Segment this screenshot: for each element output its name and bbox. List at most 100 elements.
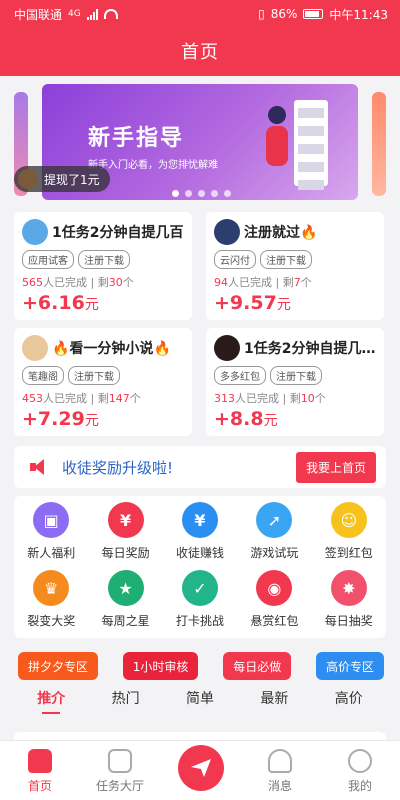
- coin-icon: ¥: [181, 502, 218, 538]
- task-stats: 565人已完成 | 剩30个: [22, 276, 134, 289]
- publish-button[interactable]: [178, 745, 224, 791]
- task-reward: +7.29元: [22, 408, 99, 430]
- toast-text: 提现了1元: [44, 172, 100, 187]
- task-tag: 注册下载: [68, 366, 120, 385]
- task-stats: 453人已完成 | 剩147个: [22, 392, 141, 405]
- clock: 中午11:43: [329, 7, 388, 22]
- grid-item-label: 打卡挑战: [175, 614, 224, 628]
- smile-icon: ☺: [330, 502, 367, 538]
- profile-icon: [348, 749, 372, 773]
- task-stats: 94人已完成 | 剩7个: [214, 276, 312, 289]
- avatar: [18, 169, 38, 189]
- bookshelf-illustration: [294, 100, 328, 190]
- grid-item-daily-lottery[interactable]: ✸ 每日抽奖: [312, 570, 386, 632]
- grid-item-apprentice-earn[interactable]: ¥ 收徒赚钱: [163, 502, 237, 564]
- grid-item-label: 签到红包: [324, 546, 373, 560]
- tab-hot[interactable]: 热门: [112, 688, 140, 718]
- tab-latest[interactable]: 最新: [260, 688, 288, 718]
- medal-icon: ★: [107, 570, 144, 606]
- nav-label: 消息: [267, 779, 292, 793]
- task-card[interactable]: 1任务2分钟自提几百 应用试客 注册下载 565人已完成 | 剩30个 +6.16…: [14, 212, 192, 320]
- grid-item-weekly-star[interactable]: ★ 每周之星: [88, 570, 162, 632]
- paper-plane-icon: [191, 759, 211, 777]
- withdraw-toast: 提现了1元: [14, 166, 110, 192]
- task-tag: 多多红包: [214, 366, 266, 385]
- gift-icon: ▣: [33, 502, 70, 538]
- banner-next-slide[interactable]: [372, 92, 386, 196]
- fire-icon: 🔥: [153, 341, 171, 357]
- bell-icon: [268, 749, 292, 773]
- task-card[interactable]: 🔥看一分钟小说🔥 笔趣阁 注册下载 453人已完成 | 剩147个 +7.29元: [14, 328, 192, 436]
- banner-heading: 新手指导: [88, 126, 185, 151]
- grid-item-daily-reward[interactable]: ¥ 每日奖励: [88, 502, 162, 564]
- task-tabs: 推介 热门 简单 最新 高价: [14, 688, 386, 718]
- task-card[interactable]: 注册就过🔥 云闪付 注册下载 94人已完成 | 剩7个 +9.57元: [206, 212, 384, 320]
- tab-high-price[interactable]: 高价: [335, 688, 363, 718]
- task-card[interactable]: 1任务2分钟自提几… 多多红包 注册下载 313人已完成 | 剩10个 +8.8元: [206, 328, 384, 436]
- header: 中国联通 4G ▯ 86% 中午11:43 首页: [0, 0, 400, 76]
- avatar: [214, 335, 240, 361]
- avatar: [22, 335, 48, 361]
- wifi-icon: [103, 9, 118, 19]
- notice-bar[interactable]: 收徒奖励升级啦! 我要上首页: [14, 446, 386, 488]
- task-tag: 应用试客: [22, 250, 74, 269]
- home-icon: [28, 749, 52, 773]
- network-label: 4G: [68, 9, 81, 19]
- page-title: 首页: [181, 42, 219, 63]
- trophy-icon: ♛: [33, 570, 70, 606]
- wheel-icon: ✸: [330, 570, 367, 606]
- grid-item-checkin-challenge[interactable]: ✓ 打卡挑战: [163, 570, 237, 632]
- signal-icon: [86, 8, 98, 20]
- grid-item-label: 收徒赚钱: [175, 546, 224, 560]
- task-tag: 笔趣阁: [22, 366, 64, 385]
- pill-high-price-zone[interactable]: 高价专区: [315, 652, 384, 680]
- person-illustration-head: [268, 106, 286, 124]
- yuan-icon: ¥: [107, 502, 144, 538]
- nav-label: 任务大厅: [95, 779, 144, 793]
- task-tag: 云闪付: [214, 250, 256, 269]
- nav-task-hall[interactable]: 任务大厅: [80, 741, 160, 800]
- task-tag: 注册下载: [78, 250, 130, 269]
- grid-item-checkin-redpacket[interactable]: ☺ 签到红包: [312, 502, 386, 564]
- bag-icon: [108, 749, 132, 773]
- notice-text: 收徒奖励升级啦!: [62, 458, 174, 477]
- rocket-icon: ➚: [256, 502, 293, 538]
- person-illustration-body: [266, 126, 288, 166]
- nav-messages[interactable]: 消息: [240, 741, 320, 800]
- nav-label: 我的: [347, 779, 372, 793]
- task-name: 🔥看一分钟小说🔥: [52, 341, 171, 357]
- grid-item-fission-prize[interactable]: ♛ 裂变大奖: [14, 570, 88, 632]
- grid-item-bounty-redpacket[interactable]: ◉ 悬赏红包: [237, 570, 311, 632]
- grid-item-label: 每周之星: [101, 614, 150, 628]
- nav-label: 首页: [27, 779, 52, 793]
- pill-pinxixi-zone[interactable]: 拼夕夕专区: [18, 652, 99, 680]
- vibrate-icon: ▯: [258, 7, 265, 21]
- grid-item-game-trial[interactable]: ➚ 游戏试玩: [237, 502, 311, 564]
- grid-item-label: 裂变大奖: [27, 614, 76, 628]
- task-reward: +6.16元: [22, 292, 99, 314]
- task-name: 1任务2分钟自提几…: [244, 341, 376, 357]
- task-reward: +8.8元: [214, 408, 278, 430]
- status-bar: 中国联通 4G ▯ 86% 中午11:43: [0, 0, 400, 28]
- pill-one-hour-review[interactable]: 1小时审核: [122, 652, 199, 680]
- fire-icon: 🔥: [52, 341, 70, 357]
- tab-recommended[interactable]: 推介: [37, 688, 65, 718]
- task-name: 注册就过🔥: [244, 225, 318, 241]
- avatar: [22, 219, 48, 245]
- grid-item-label: 游戏试玩: [250, 546, 299, 560]
- grid-item-label: 新人福利: [27, 546, 76, 560]
- grid-item-label: 每日奖励: [101, 546, 150, 560]
- nav-home[interactable]: 首页: [0, 741, 80, 800]
- carrier-label: 中国联通: [14, 7, 63, 22]
- battery-icon: [303, 9, 324, 19]
- task-reward: +9.57元: [214, 292, 291, 314]
- speaker-icon: [30, 459, 48, 475]
- tab-simple[interactable]: 简单: [186, 688, 214, 718]
- banner-subtitle: 新手入门必看，为您排忧解难: [88, 160, 218, 171]
- nav-mine[interactable]: 我的: [320, 741, 400, 800]
- grid-item-newbie-welfare[interactable]: ▣ 新人福利: [14, 502, 88, 564]
- calendar-check-icon: ✓: [181, 570, 218, 606]
- grid-item-label: 悬赏红包: [250, 614, 299, 628]
- pill-daily-must-do[interactable]: 每日必做: [223, 652, 292, 680]
- go-homepage-button[interactable]: 我要上首页: [295, 451, 376, 483]
